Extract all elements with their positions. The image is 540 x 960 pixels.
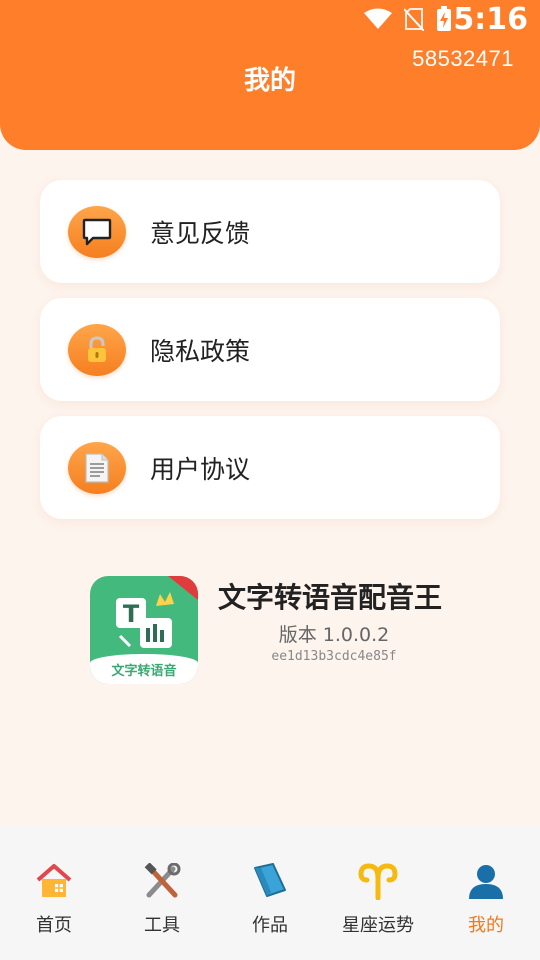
menu-item-label: 意见反馈 (150, 218, 251, 248)
page-title: 我的 (243, 66, 296, 96)
app-build-hash: ee1d13b3cdc4e85f (271, 649, 397, 664)
tab-mine[interactable]: 我的 (432, 825, 540, 960)
tab-horoscope[interactable]: 星座运势 (324, 825, 432, 960)
app-name: 文字转语音配音王 (218, 581, 443, 614)
tools-icon (142, 861, 182, 901)
folder-icon (250, 861, 290, 901)
app-info: T 文字转语音 文字转语音配音王 版本 1.0.0.2 ee1d13b3cdc4… (90, 576, 470, 686)
header: 5:16 58532471 我的 (0, 0, 540, 150)
chat-bubble-icon (68, 205, 126, 258)
battery-charging-icon (437, 6, 451, 31)
tab-label: 星座运势 (342, 915, 414, 936)
app-logo: T 文字转语音 (90, 576, 198, 684)
menu-item-user-agreement[interactable]: 用户协议 (40, 416, 500, 519)
aries-icon (358, 861, 398, 901)
lock-icon (68, 323, 126, 376)
tab-label: 作品 (252, 915, 288, 936)
tab-label: 我的 (468, 915, 504, 936)
logo-text: 文字转语音 (111, 664, 177, 679)
menu-item-label: 隐私政策 (150, 336, 251, 366)
bottom-tab-bar: 首页 工具 作品 星座运势 我的 (0, 825, 540, 960)
status-time: 5:16 (453, 2, 528, 37)
menu-item-label: 用户协议 (150, 454, 251, 484)
menu-item-feedback[interactable]: 意见反馈 (40, 180, 500, 283)
status-icons (364, 6, 452, 32)
tab-label: 工具 (144, 915, 180, 936)
app-version: 版本 1.0.0.2 (278, 624, 390, 646)
tab-label: 首页 (36, 915, 72, 936)
tab-tools[interactable]: 工具 (108, 825, 216, 960)
wifi-icon (364, 8, 392, 29)
user-icon (466, 861, 506, 901)
tab-home[interactable]: 首页 (0, 825, 108, 960)
document-icon (68, 441, 126, 494)
no-sim-icon (404, 8, 424, 31)
house-icon (34, 861, 74, 901)
menu-item-privacy-policy[interactable]: 隐私政策 (40, 298, 500, 401)
svg-text:T: T (123, 600, 140, 628)
tab-works[interactable]: 作品 (216, 825, 324, 960)
status-bar: 5:16 (0, 0, 540, 46)
